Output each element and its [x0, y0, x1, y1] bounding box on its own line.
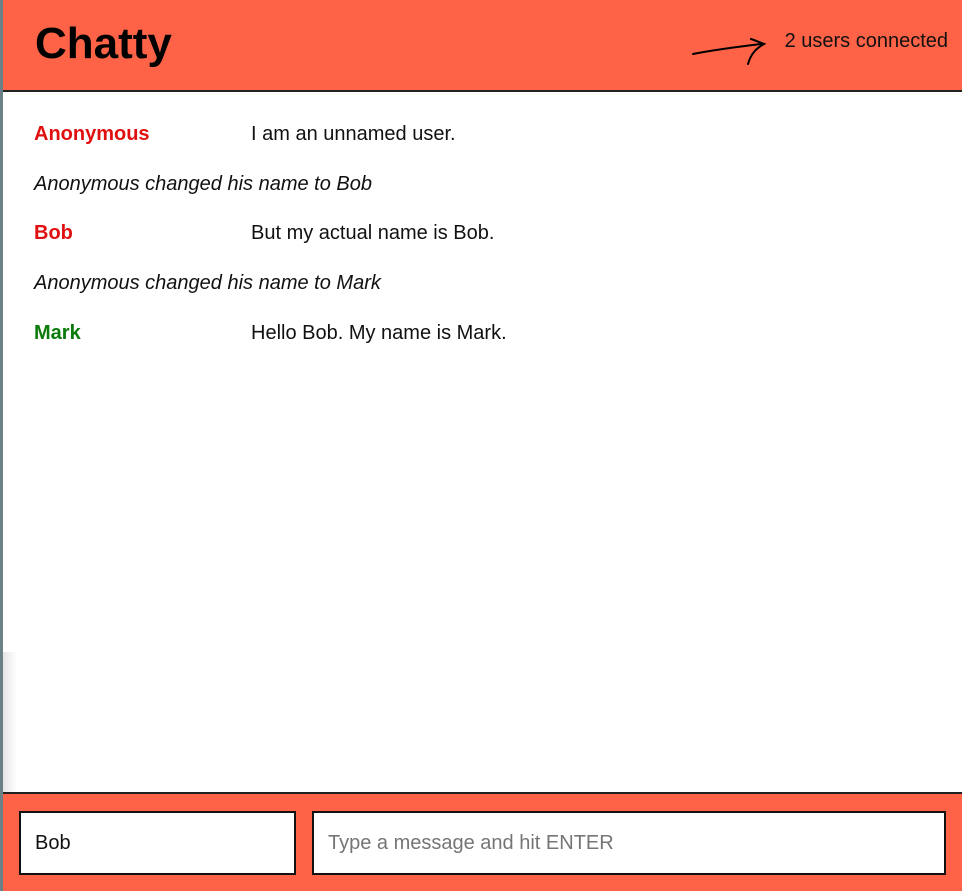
message-username: Mark: [34, 322, 81, 344]
system-notification-2: Anonymous changed his name to Mark: [34, 272, 381, 294]
message-content: But my actual name is Bob.: [251, 222, 495, 244]
navbar: Chatty 2 users connected: [3, 0, 962, 92]
users-connected-count: 2 users connected: [784, 30, 948, 52]
username-input[interactable]: [19, 811, 296, 875]
chat-app: Chatty 2 users connected Anonymous I am …: [0, 0, 962, 891]
app-title: Chatty: [35, 19, 172, 68]
message-username: Bob: [34, 222, 73, 244]
system-notification-1: Anonymous changed his name to Bob: [34, 173, 372, 195]
message-input[interactable]: [312, 811, 946, 875]
chat-composer: [3, 792, 962, 891]
message-content: Hello Bob. My name is Mark.: [251, 322, 507, 344]
hand-drawn-arrow-icon: [692, 38, 767, 65]
message-list: Anonymous I am an unnamed user. Anonymou…: [3, 92, 962, 884]
message-username: Anonymous: [34, 123, 150, 145]
message-content: I am an unnamed user.: [251, 123, 456, 145]
